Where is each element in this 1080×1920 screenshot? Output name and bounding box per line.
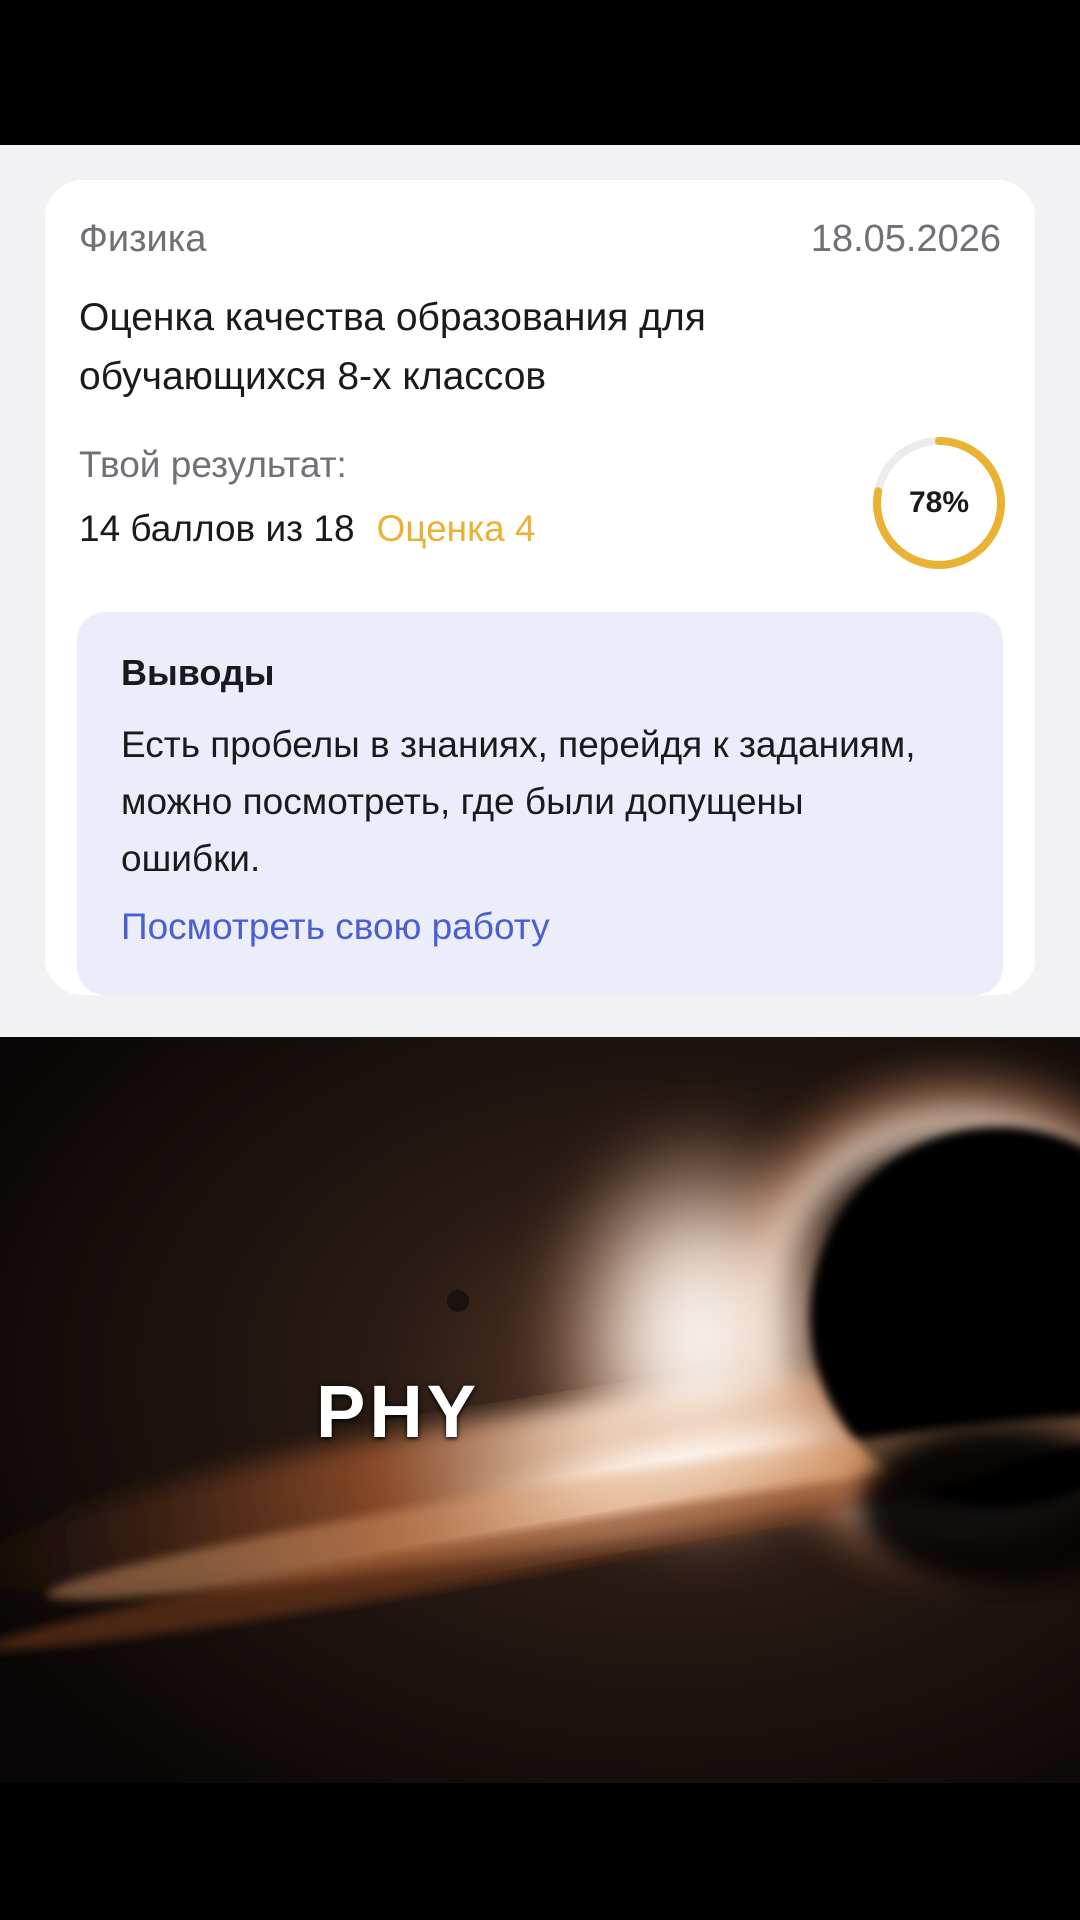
score-text: 14 баллов из 18 [79,508,355,549]
subject-label: Физика [79,218,207,260]
score-row: 14 баллов из 18 Оценка 4 [79,508,536,550]
conclusions-box: Выводы Есть пробелы в знаниях, перейдя к… [77,612,1003,995]
black-hole-image: PHY [0,1037,1080,1783]
progress-ring: 78% [871,435,1007,571]
conclusions-text: Есть пробелы в знаниях, перейдя к задани… [121,724,916,879]
small-planet [447,1290,469,1312]
video-caption: PHY [316,1370,481,1453]
result-section: Физика 18.05.2026 Оценка качества образо… [0,145,1080,1037]
grade-text: Оценка 4 [376,508,536,549]
test-date: 18.05.2026 [810,218,1001,260]
your-result-label: Твой результат: [79,444,347,485]
black-hole-illustration [0,1037,1080,1783]
test-title: Оценка качества образования для обучающи… [79,296,706,398]
result-card: Физика 18.05.2026 Оценка качества образо… [45,180,1035,995]
conclusions-title: Выводы [121,652,275,693]
progress-percent: 78% [908,486,970,519]
view-work-link[interactable]: Посмотреть свою работу [121,906,550,948]
screen: Физика 18.05.2026 Оценка качества образо… [0,0,1080,1920]
